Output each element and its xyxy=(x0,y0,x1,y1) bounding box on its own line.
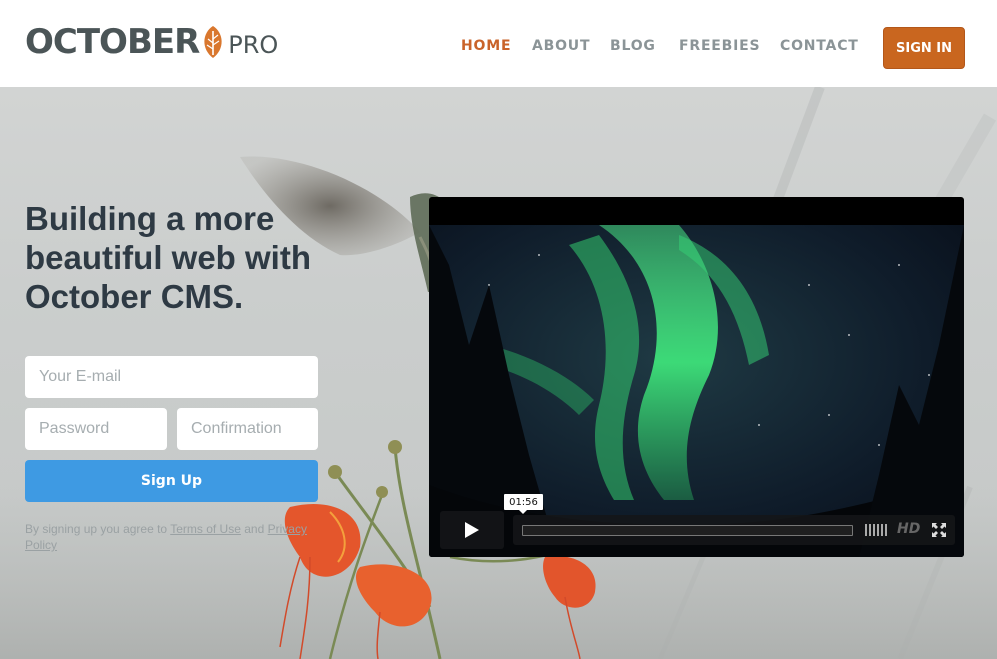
terms-notice: By signing up you agree to Terms of Use … xyxy=(25,521,325,553)
email-field[interactable]: Your E-mail xyxy=(25,356,318,398)
progress-bar[interactable] xyxy=(522,525,853,536)
nav-about[interactable]: ABOUT xyxy=(532,38,590,58)
site-header: OCTOBER PRO HOME ABOUT BLOG FREEBIES CON… xyxy=(0,0,997,87)
current-time-tooltip: 01:56 xyxy=(504,494,543,514)
sign-up-button[interactable]: Sign Up xyxy=(25,460,318,502)
headline-line: beautiful web with xyxy=(25,239,311,276)
logo-suffix: PRO xyxy=(228,31,279,59)
headline-line: October CMS. xyxy=(25,278,244,315)
terms-prefix: By signing up you agree to xyxy=(25,522,171,536)
fullscreen-icon[interactable] xyxy=(932,523,946,537)
password-field[interactable]: Password xyxy=(25,408,167,450)
video-controls: HD xyxy=(513,515,955,545)
hd-toggle[interactable]: HD xyxy=(897,521,920,537)
logo-wordmark: OCTOBER xyxy=(25,22,200,62)
sign-in-button[interactable]: SIGN IN xyxy=(883,27,965,69)
video-player[interactable]: 01:56 HD xyxy=(429,197,964,557)
nav-home[interactable]: HOME xyxy=(461,38,511,58)
nav-blog[interactable]: BLOG xyxy=(610,38,656,58)
headline-line: Building a more xyxy=(25,200,275,237)
confirmation-field[interactable]: Confirmation xyxy=(177,408,318,450)
hero-headline: Building a more beautiful web with Octob… xyxy=(25,199,325,316)
terms-of-use-link[interactable]: Terms of Use xyxy=(170,522,241,536)
terms-middle: and xyxy=(240,522,268,536)
volume-icon[interactable] xyxy=(865,524,889,536)
site-logo[interactable]: OCTOBER PRO xyxy=(25,22,278,62)
nav-freebies[interactable]: FREEBIES xyxy=(679,38,760,58)
play-icon xyxy=(465,522,479,538)
nav-contact[interactable]: CONTACT xyxy=(780,38,859,58)
play-button[interactable] xyxy=(440,511,504,549)
leaf-icon xyxy=(204,26,222,58)
hero-section: Building a more beautiful web with Octob… xyxy=(0,87,997,659)
